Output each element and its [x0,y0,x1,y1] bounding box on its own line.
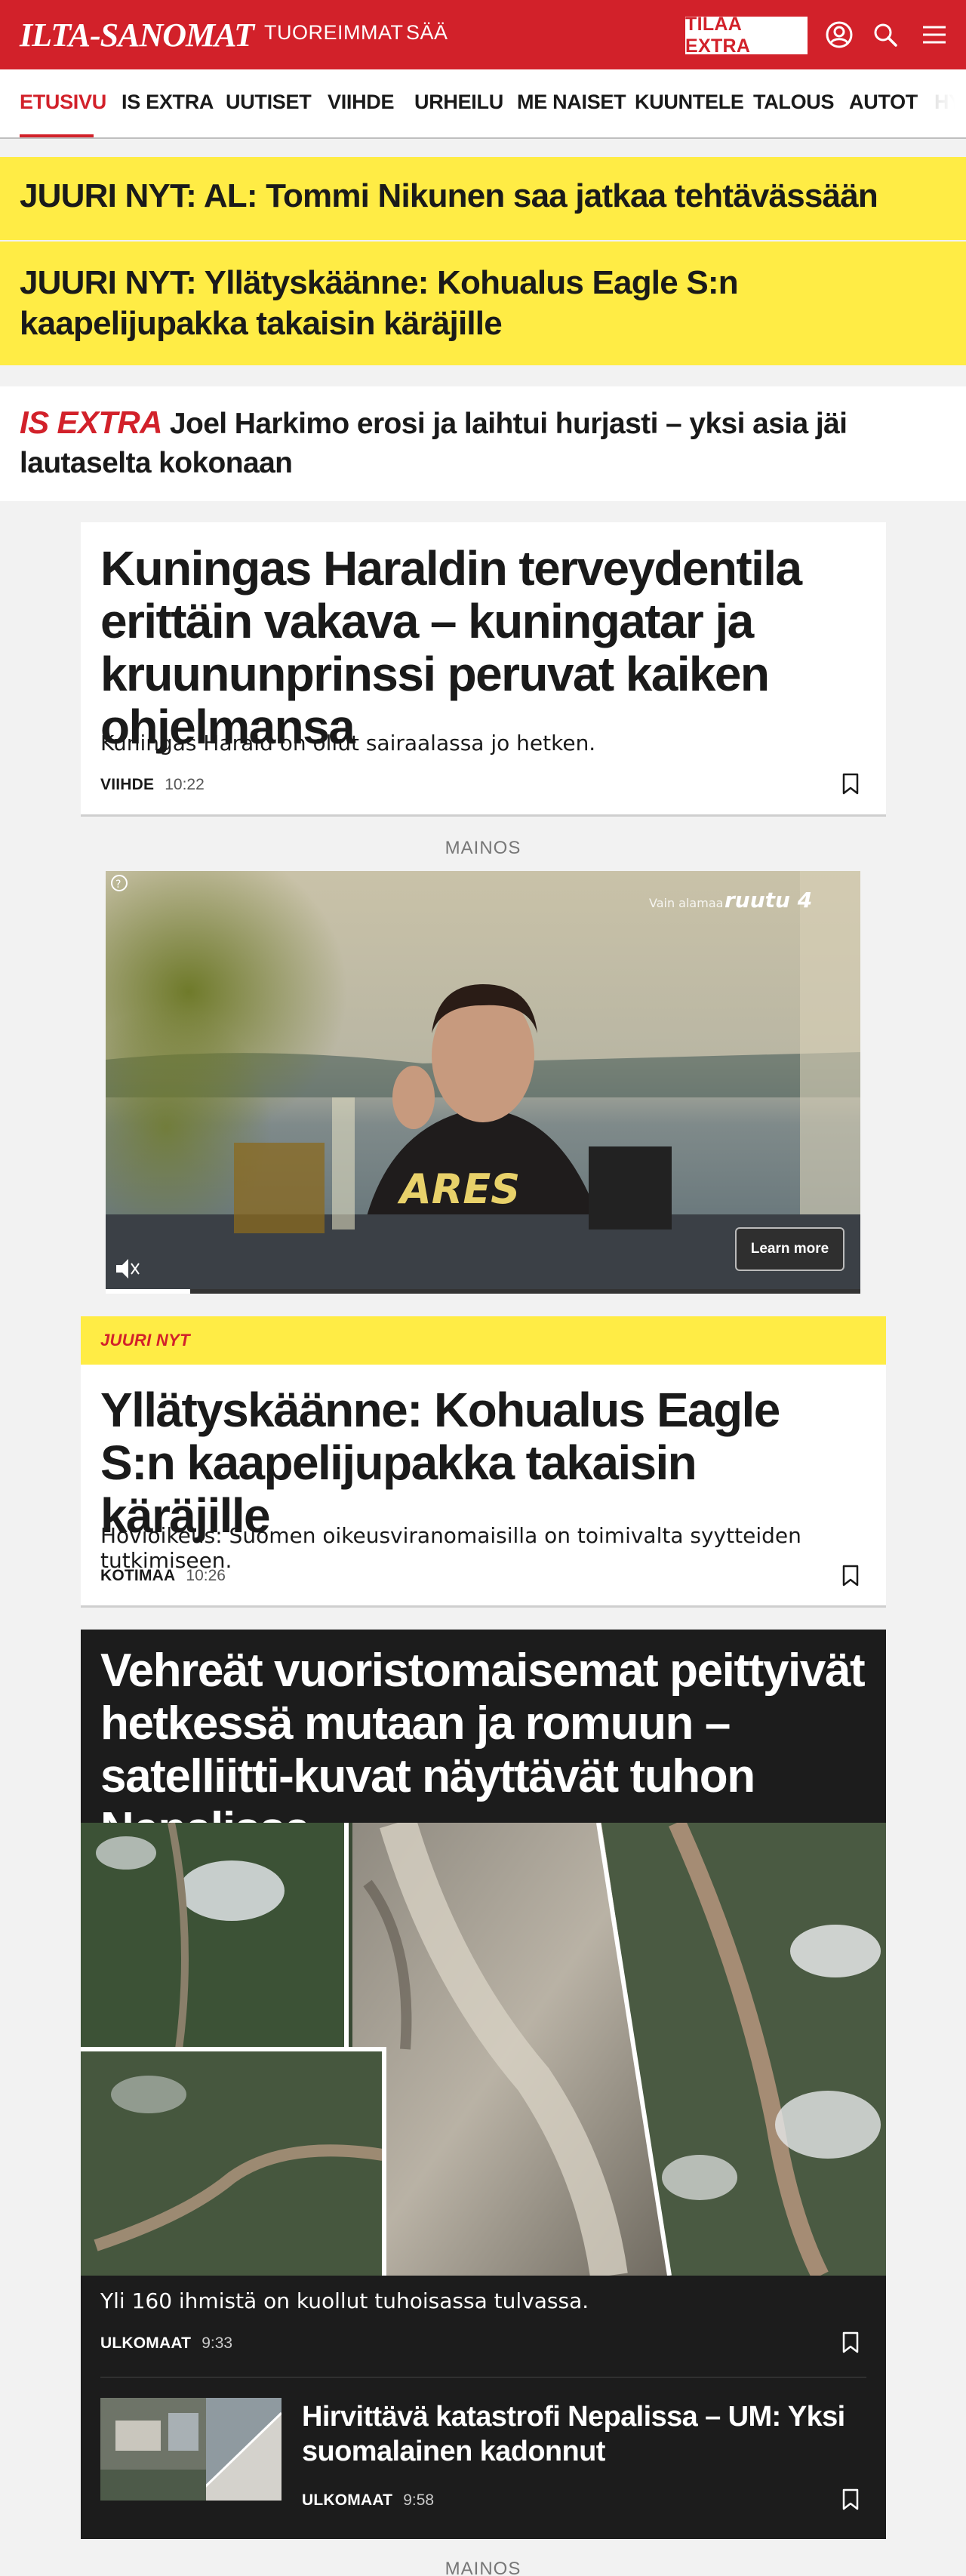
bookmark-icon[interactable] [841,773,860,796]
section-tab-etusivu[interactable]: ETUSIVU [20,91,106,114]
satellite-image[interactable] [81,1823,886,2276]
bookmark-icon[interactable] [841,2331,860,2354]
learn-more-button[interactable]: Learn more [735,1227,844,1271]
article-time: 9:58 [403,2491,435,2509]
section-tab-talous[interactable]: TALOUS [753,91,835,114]
article-lead: Kuningas Harald on ollut sairaalassa jo … [100,731,596,756]
search-icon[interactable] [870,20,900,50]
section-tab-is-extra[interactable]: IS EXTRA [122,91,214,114]
article-time: 10:22 [165,776,205,793]
article-category[interactable]: ULKOMAAT [100,2334,191,2353]
ad-label: MAINOS [445,838,521,858]
top-bar: ILTA-SANOMAT TUOREIMMAT SÄÄ TILAA EXTRA [0,0,966,69]
article-lead: Yli 160 ihmistä on kuollut tuhoisassa tu… [100,2288,589,2313]
related-thumbnail[interactable] [100,2398,281,2501]
article-category[interactable]: VIIHDE [100,776,154,794]
related-article-meta: ULKOMAAT 9:58 [302,2491,434,2510]
article-lead: Hovioikeus: Suomen oikeusviranomaisilla … [100,1523,801,1573]
site-logo[interactable]: ILTA-SANOMAT [20,14,254,56]
article-card-eagle-s[interactable]: Yllätyskäänne: Kohualus Eagle S:n kaapel… [81,1365,886,1608]
article-category[interactable]: KOTIMAA [100,1567,175,1585]
active-tab-indicator [20,134,94,137]
ad-video[interactable]: ARES Vain alamaa ruutu 4 ? Learn more [106,871,860,1294]
article-title[interactable]: Yllätyskäänne: Kohualus Eagle S:n kaapel… [100,1383,863,1542]
article-card-nepal[interactable]: Vehreät vuoristomaisemat peittyivät hetk… [81,1630,886,2539]
bookmark-icon[interactable] [841,1565,860,1587]
svg-text:ruutu 4: ruutu 4 [724,888,812,913]
article-category[interactable]: ULKOMAAT [302,2491,392,2510]
nav-fade [913,69,966,137]
nav-weather-link[interactable]: SÄÄ [406,21,448,45]
article-meta: ULKOMAAT 9:33 [100,2334,232,2353]
article-card-harald[interactable]: Kuningas Haraldin terveydentila erittäin… [81,522,886,817]
user-icon[interactable] [824,20,854,50]
breaking-banner-2[interactable]: JUURI NYT: Yllätyskäänne: Kohualus Eagle… [0,242,966,365]
section-tab-kuuntele[interactable]: KUUNTELE [635,91,744,114]
bookmark-icon[interactable] [841,2488,860,2511]
breaking-banner-1[interactable]: JUURI NYT: AL: Tommi Nikunen saa jatkaa … [0,157,966,240]
article-time: 9:33 [202,2334,233,2352]
section-tab-viihde[interactable]: VIIHDE [328,91,395,114]
menu-icon[interactable] [919,20,949,50]
section-tab-uutiset[interactable]: UUTISET [226,91,312,114]
is-extra-banner[interactable]: IS EXTRA Joel Harkimo erosi ja laihtui hu… [0,386,966,501]
nav-latest-link[interactable]: TUOREIMMAT [264,21,403,45]
svg-text:ARES: ARES [397,1165,520,1213]
article-title[interactable]: Kuningas Haraldin terveydentila erittäin… [100,542,863,753]
section-nav: ETUSIVU IS EXTRA UUTISET VIIHDE URHEILU … [0,69,966,139]
svg-text:?: ? [115,879,121,891]
section-tab-me-naiset[interactable]: ME NAISET [517,91,626,114]
section-tab-urheilu[interactable]: URHEILU [414,91,503,114]
article-meta: VIIHDE 10:22 [100,776,205,794]
subscribe-button[interactable]: TILAA EXTRA [685,14,808,57]
svg-text:Vain alamaa: Vain alamaa [649,896,723,910]
article-time: 10:26 [186,1567,226,1584]
is-extra-tag: IS EXTRA [20,405,163,440]
juuri-nyt-tag: JUURI NYT [81,1316,886,1365]
section-tab-autot[interactable]: AUTOT [849,91,918,114]
related-article-title[interactable]: Hirvittävä katastrofi Nepalissa – UM: Yk… [302,2399,853,2469]
ad-label-bottom: MAINOS [445,2559,521,2576]
article-meta: KOTIMAA 10:26 [100,1567,226,1585]
